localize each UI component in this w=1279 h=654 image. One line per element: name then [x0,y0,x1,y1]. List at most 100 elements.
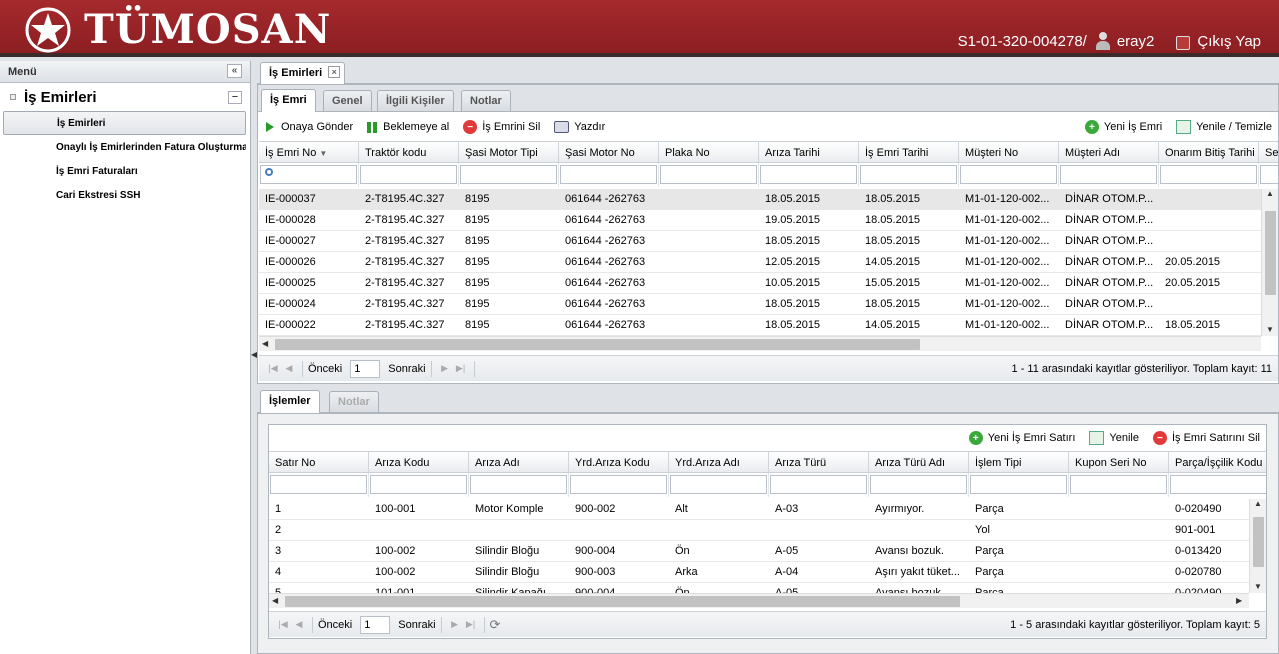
scroll-thumb[interactable] [285,596,960,607]
filter-input[interactable] [460,165,557,184]
table-row[interactable]: IE-000024 2-T8195.4C.327 8195 061644 -26276… [259,294,1261,315]
page-input[interactable] [350,359,381,378]
sidebar-item-onayli-fatura[interactable]: Onaylı İş Emirlerinden Fatura Oluşturma [3,135,246,159]
filter-input[interactable] [770,475,867,494]
tab-notlar-bottom[interactable]: Notlar [329,391,379,412]
prev-label[interactable]: Önceki [318,619,352,631]
scroll-right-icon[interactable]: ▶ [1236,596,1242,605]
scroll-up-icon[interactable]: ▲ [1254,499,1262,508]
table-row[interactable]: 4 100-002 Silindir Bloğu 900-003 Arka A-04 Aşı… [269,562,1249,583]
orders-horizontal-scrollbar[interactable]: ◀ [259,336,1261,351]
scroll-thumb[interactable] [1265,211,1276,295]
filter-input[interactable] [270,475,367,494]
send-for-approval-button[interactable]: Onaya Gönder [266,121,353,133]
print-button[interactable]: Yazdır [554,121,605,133]
refresh-lines-button[interactable]: Yenile [1089,431,1139,445]
tab-ilgili-kisiler[interactable]: İlgili Kişiler [377,90,454,111]
filter-input[interactable] [870,475,967,494]
filter-input[interactable] [470,475,567,494]
col-header[interactable]: İş Emri No ▼ [259,142,359,162]
prev-label[interactable]: Önceki [308,363,342,375]
col-header[interactable]: Kupon Seri No [1069,452,1169,472]
filter-input[interactable] [570,475,667,494]
col-header[interactable]: Müşteri No [959,142,1059,162]
filter-input[interactable] [1060,165,1157,184]
prev-page-icon[interactable]: ◀ [281,361,297,377]
col-header[interactable]: Se [1259,142,1278,162]
table-row[interactable]: 5 101-001 Silindir Kapağı 900-004 Ön A-05 Avan… [269,583,1249,593]
filter-input[interactable] [960,165,1057,184]
tab-notlar[interactable]: Notlar [461,90,511,111]
col-header[interactable]: Arıza Tarihi [759,142,859,162]
last-page-icon[interactable]: ▶| [453,361,469,377]
close-tab-icon[interactable]: × [328,66,341,78]
table-row[interactable]: 1 100-001 Motor Komple 900-002 Alt A-03 Ayırmı… [269,499,1249,520]
table-row[interactable]: 2 Yol 901-001 [269,520,1249,541]
scroll-left-icon[interactable]: ◀ [272,596,278,605]
next-label[interactable]: Sonraki [398,619,435,631]
table-row[interactable]: IE-000025 2-T8195.4C.327 8195 061644 -26276… [259,273,1261,294]
table-row[interactable]: IE-000022 2-T8195.4C.327 8195 061644 -26276… [259,315,1261,336]
filter-input[interactable] [360,165,457,184]
scroll-down-icon[interactable]: ▼ [1254,582,1262,591]
filter-input[interactable] [860,165,957,184]
last-page-icon[interactable]: ▶| [463,617,479,633]
col-header[interactable]: Arıza Türü Adı [869,452,969,472]
tab-genel[interactable]: Genel [323,90,372,111]
menu-group-is-emirleri[interactable]: İş Emirleri − [0,83,250,111]
tab-is-emirleri[interactable]: İş Emirleri × [260,62,346,85]
first-page-icon[interactable]: |◀ [265,361,281,377]
filter-input[interactable] [670,475,767,494]
put-on-hold-button[interactable]: Beklemeye al [367,121,449,133]
tab-is-emri[interactable]: İş Emri [261,89,316,112]
operations-vertical-scrollbar[interactable]: ▲ ▼ [1249,499,1266,593]
collapse-menu-button[interactable]: « [227,64,242,78]
col-header[interactable]: Plaka No [659,142,759,162]
delete-line-button[interactable]: − İş Emri Satırını Sil [1152,431,1260,445]
filter-input[interactable] [970,475,1067,494]
logout-button[interactable]: Çıkış Yap [1176,33,1261,50]
table-row[interactable]: IE-000027 2-T8195.4C.327 8195 061644 -26276… [259,231,1261,252]
sidebar-item-is-emri-faturalari[interactable]: İş Emri Faturaları [3,159,246,183]
col-header[interactable]: İş Emri Tarihi [859,142,959,162]
orders-vertical-scrollbar[interactable]: ▲ ▼ [1261,189,1278,336]
col-header[interactable]: Müşteri Adı [1059,142,1159,162]
table-row[interactable]: 3 100-002 Silindir Bloğu 900-004 Ön A-05 Avans… [269,541,1249,562]
tab-islemler[interactable]: İşlemler [260,390,320,413]
page-input[interactable] [360,615,391,634]
filter-input[interactable] [260,165,357,184]
col-header[interactable]: Arıza Adı [469,452,569,472]
refresh-clear-button[interactable]: Yenile / Temizle [1176,120,1272,134]
col-header[interactable]: Parça/İşçilik Kodu [1169,452,1266,472]
filter-input[interactable] [1260,165,1278,184]
delete-order-button[interactable]: − İş Emrini Sil [463,120,540,134]
col-header[interactable]: Onarım Bitiş Tarihi [1159,142,1259,162]
col-header[interactable]: İşlem Tipi [969,452,1069,472]
sidebar-item-is-emirleri[interactable]: İş Emirleri [3,111,246,135]
sidebar-item-cari-ekstresi[interactable]: Cari Ekstresi SSH [3,183,246,207]
scroll-down-icon[interactable]: ▼ [1266,325,1274,334]
col-header[interactable]: Yrd.Arıza Kodu [569,452,669,472]
col-header[interactable]: Traktör kodu [359,142,459,162]
filter-input[interactable] [370,475,467,494]
filter-input[interactable] [760,165,857,184]
group-collapse-button[interactable]: − [228,91,242,104]
filter-input[interactable] [1160,165,1257,184]
new-order-button[interactable]: + Yeni İş Emri [1084,120,1162,134]
scroll-left-icon[interactable]: ◀ [262,339,268,348]
col-header[interactable]: Arıza Türü [769,452,869,472]
filter-input[interactable] [560,165,657,184]
new-line-button[interactable]: + Yeni İş Emri Satırı [968,431,1075,445]
col-header[interactable]: Arıza Kodu [369,452,469,472]
col-header[interactable]: Şasi Motor No [559,142,659,162]
user-name[interactable]: eray2 [1117,33,1155,50]
reload-icon[interactable]: ⟳ [490,617,501,633]
next-page-icon[interactable]: ▶ [437,361,453,377]
table-row[interactable]: IE-000026 2-T8195.4C.327 8195 061644 -26276… [259,252,1261,273]
scroll-thumb[interactable] [1253,517,1264,567]
next-page-icon[interactable]: ▶ [447,617,463,633]
filter-input[interactable] [660,165,757,184]
filter-input[interactable] [1070,475,1167,494]
next-label[interactable]: Sonraki [388,363,425,375]
col-header[interactable]: Şasi Motor Tipi [459,142,559,162]
